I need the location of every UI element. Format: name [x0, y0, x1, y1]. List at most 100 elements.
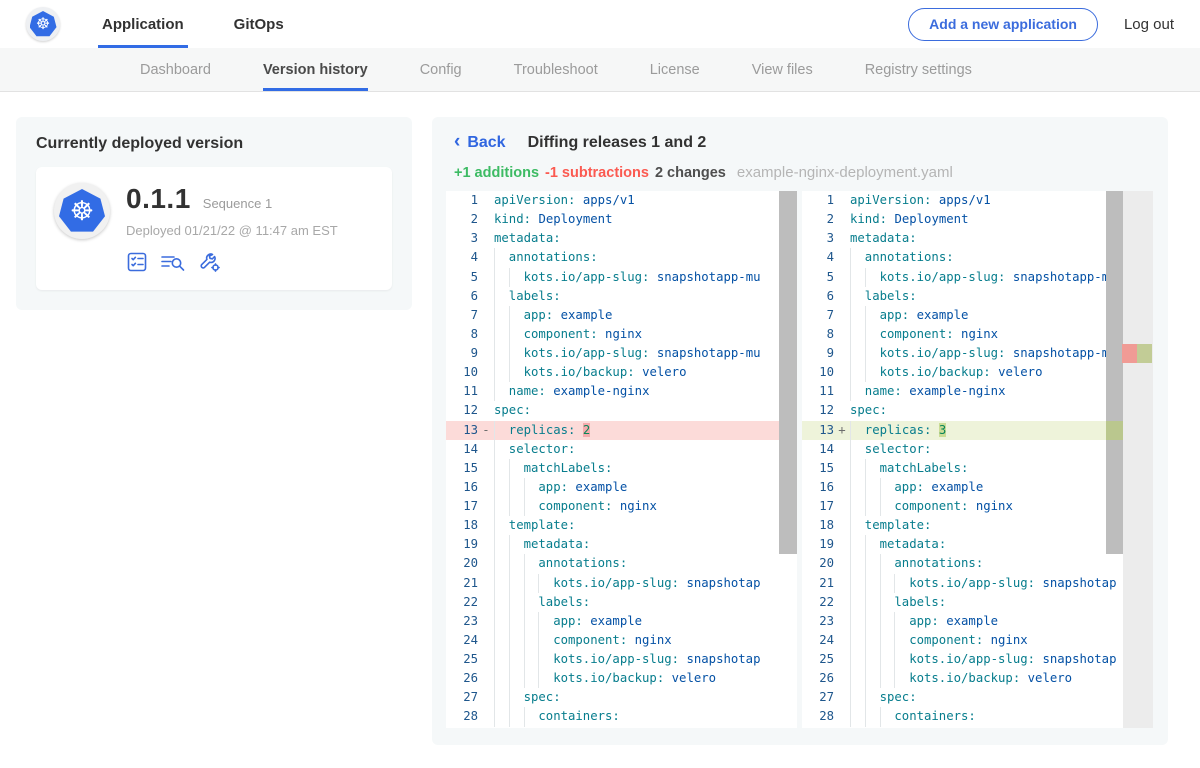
tab-gitops[interactable]: GitOps — [230, 0, 288, 48]
kubernetes-wheel-icon: ☸ — [30, 11, 57, 37]
code-line: 18template: — [802, 516, 1153, 535]
code-line: 17component: nginx — [446, 497, 797, 516]
code-line: 1apiVersion: apps/v1 — [446, 191, 797, 210]
code-line: 15matchLabels: — [802, 459, 1153, 478]
back-link[interactable]: ‹ Back — [454, 133, 506, 152]
minimap-added-marker — [1137, 344, 1152, 363]
code-line: 1apiVersion: apps/v1 — [802, 191, 1153, 210]
chevron-left-icon: ‹ — [454, 132, 460, 151]
top-nav: ☸ Application GitOps Add a new applicati… — [0, 0, 1200, 48]
top-nav-tabs: Application GitOps — [98, 0, 330, 48]
code-line: 16app: example — [802, 478, 1153, 497]
code-line: 25kots.io/app-slug: snapshotap — [446, 650, 797, 669]
code-line: 16app: example — [446, 478, 797, 497]
diff-title: Diffing releases 1 and 2 — [528, 134, 707, 152]
logout-link[interactable]: Log out — [1124, 16, 1174, 33]
code-line: 20annotations: — [802, 554, 1153, 573]
code-line: 10kots.io/backup: velero — [446, 363, 797, 382]
deployed-version-card: ☸ 0.1.1 Sequence 1 Deployed 01/21/22 @ 1… — [36, 167, 392, 290]
code-line: 26kots.io/backup: velero — [446, 669, 797, 688]
code-line: 21kots.io/app-slug: snapshotap — [446, 574, 797, 593]
additions-count: +1 additions — [454, 165, 539, 181]
kubernetes-logo: ☸ — [26, 7, 60, 41]
scrollbar-thumb[interactable] — [1106, 191, 1123, 554]
code-line: 11name: example-nginx — [802, 382, 1153, 401]
tab-application[interactable]: Application — [98, 0, 188, 48]
deployed-version-title: Currently deployed version — [36, 135, 392, 153]
code-line: 20annotations: — [446, 554, 797, 573]
code-line: 24component: nginx — [802, 631, 1153, 650]
preflight-checklist-icon[interactable] — [126, 251, 148, 273]
code-line: 5kots.io/app-slug: snapshotapp-mu — [446, 268, 797, 287]
code-line: 19metadata: — [802, 535, 1153, 554]
code-line: 12spec: — [802, 401, 1153, 420]
troubleshoot-tools-icon[interactable] — [198, 250, 222, 274]
code-line: 28containers: — [446, 707, 797, 726]
code-line: 3metadata: — [802, 229, 1153, 248]
diff-pane-original[interactable]: 1apiVersion: apps/v12kind: Deployment3me… — [446, 191, 797, 728]
app-subnav: Dashboard Version history Config Trouble… — [0, 48, 1200, 92]
scrollbar-thumb[interactable] — [779, 191, 797, 554]
add-application-button[interactable]: Add a new application — [908, 8, 1098, 41]
code-line: 13-replicas: 2 — [446, 421, 797, 440]
code-line: 26kots.io/backup: velero — [802, 669, 1153, 688]
code-line: 25kots.io/app-slug: snapshotap — [802, 650, 1153, 669]
kubernetes-wheel-icon: ☸ — [59, 189, 105, 233]
app-logo: ☸ — [54, 183, 110, 239]
diff-stats: +1 additions -1 subtractions 2 changes e… — [446, 164, 1154, 181]
code-line: 14selector: — [446, 440, 797, 459]
code-line: 24component: nginx — [446, 631, 797, 650]
code-line: 6labels: — [446, 287, 797, 306]
code-line: 2kind: Deployment — [802, 210, 1153, 229]
code-line: 12spec: — [446, 401, 797, 420]
code-line: 10kots.io/backup: velero — [802, 363, 1153, 382]
overview-added-marker — [1106, 421, 1123, 440]
code-line: 17component: nginx — [802, 497, 1153, 516]
code-line: 19metadata: — [446, 535, 797, 554]
subnav-item-config[interactable]: Config — [420, 48, 462, 91]
code-line: 8component: nginx — [446, 325, 797, 344]
code-line: 7app: example — [446, 306, 797, 325]
diff-panel: ‹ Back Diffing releases 1 and 2 +1 addit… — [432, 117, 1168, 745]
code-line: 4annotations: — [446, 248, 797, 267]
code-line: 18template: — [446, 516, 797, 535]
code-lines-original: 1apiVersion: apps/v12kind: Deployment3me… — [446, 191, 797, 727]
file-search-icon[interactable] — [160, 251, 186, 273]
code-line: 3metadata: — [446, 229, 797, 248]
deployed-timestamp: Deployed 01/21/22 @ 11:47 am EST — [126, 223, 338, 238]
code-line: 2kind: Deployment — [446, 210, 797, 229]
minimap[interactable] — [1123, 191, 1153, 728]
code-line: 27spec: — [446, 688, 797, 707]
code-line: 4annotations: — [802, 248, 1153, 267]
code-line: 11name: example-nginx — [446, 382, 797, 401]
version-number: 0.1.1 — [126, 183, 191, 215]
code-lines-modified: 1apiVersion: apps/v12kind: Deployment3me… — [802, 191, 1153, 727]
subnav-item-dashboard[interactable]: Dashboard — [140, 48, 211, 91]
code-line: 6labels: — [802, 287, 1153, 306]
code-line: 28containers: — [802, 707, 1153, 726]
changes-count: 2 changes — [655, 165, 726, 181]
subnav-item-license[interactable]: License — [650, 48, 700, 91]
code-line: 7app: example — [802, 306, 1153, 325]
code-line: 21kots.io/app-slug: snapshotap — [802, 574, 1153, 593]
subnav-item-troubleshoot[interactable]: Troubleshoot — [514, 48, 598, 91]
minimap-removed-marker — [1122, 344, 1137, 363]
code-line: 5kots.io/app-slug: snapshotapp-mu — [802, 268, 1153, 287]
code-line: 22labels: — [802, 593, 1153, 612]
diff-pane-modified[interactable]: 1apiVersion: apps/v12kind: Deployment3me… — [802, 191, 1153, 728]
code-line: 27spec: — [802, 688, 1153, 707]
main-content: Currently deployed version ☸ 0.1.1 Seque… — [0, 92, 1200, 745]
diff-filename: example-nginx-deployment.yaml — [737, 164, 953, 181]
code-line: 9kots.io/app-slug: snapshotapp-mu — [446, 344, 797, 363]
sequence-label: Sequence 1 — [203, 196, 272, 211]
subnav-item-registry-settings[interactable]: Registry settings — [865, 48, 972, 91]
subtractions-count: -1 subtractions — [545, 165, 649, 181]
subnav-item-version-history[interactable]: Version history — [263, 48, 368, 91]
code-line: 22labels: — [446, 593, 797, 612]
code-line: 9kots.io/app-slug: snapshotapp-mu — [802, 344, 1153, 363]
subnav-item-view-files[interactable]: View files — [752, 48, 813, 91]
code-line: 14selector: — [802, 440, 1153, 459]
code-line: 23app: example — [446, 612, 797, 631]
code-line: 13+replicas: 3 — [802, 421, 1153, 440]
code-line: 15matchLabels: — [446, 459, 797, 478]
